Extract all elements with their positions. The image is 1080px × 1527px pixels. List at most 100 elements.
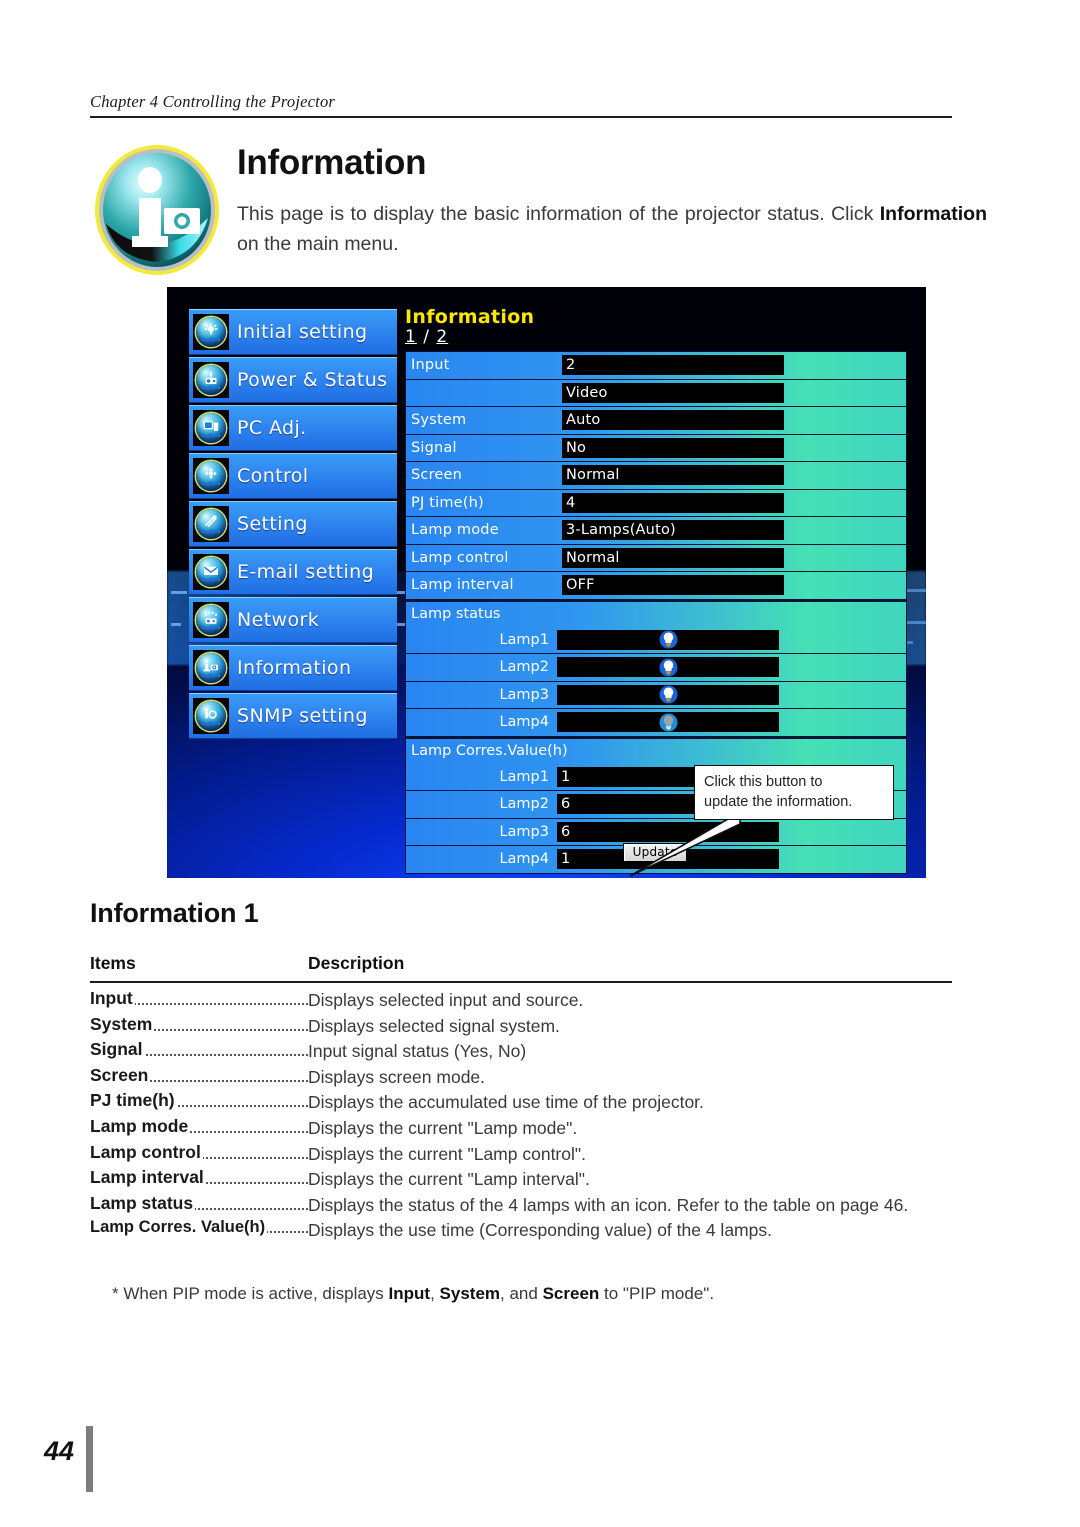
lamp-status-heading: Lamp status — [411, 606, 501, 622]
definition-row: Screen Displays screen mode. — [90, 1064, 960, 1091]
row-value: OFF — [562, 575, 784, 596]
panel-title: Information — [405, 306, 535, 328]
definition-row: Signal Input signal status (Yes, No) — [90, 1039, 960, 1065]
table-row: Video — [406, 380, 906, 407]
definition-term-text: Signal — [90, 1039, 145, 1060]
sidebar-item-information[interactable]: Information — [189, 645, 397, 691]
sidebar-item-email-setting[interactable]: E-mail setting — [189, 549, 397, 595]
header-divider — [90, 116, 952, 119]
note-bold-input: Input — [388, 1284, 431, 1303]
definition-term: Lamp Corres. Value(h) — [90, 1218, 308, 1237]
page-title: Information — [237, 143, 427, 182]
definition-term: PJ time(h) — [90, 1090, 308, 1111]
dpad-icon — [193, 457, 229, 494]
sidebar-item-setting[interactable]: Setting — [189, 501, 397, 547]
tools-icon — [193, 505, 229, 542]
row-value: Normal — [562, 465, 784, 486]
table-row: System Auto — [406, 407, 906, 435]
projector-alert-icon — [193, 361, 229, 398]
panel-page-total[interactable]: 2 — [436, 327, 448, 347]
row-value: Video — [562, 382, 784, 403]
lamp-status-value — [557, 684, 779, 705]
definition-term: Input — [90, 988, 308, 1009]
row-key: Lamp interval — [411, 577, 514, 594]
definition-term: Lamp control — [90, 1141, 308, 1163]
definition-description: Displays the use time (Corresponding val… — [308, 1220, 772, 1241]
definition-term-text: Lamp Corres. Value(h) — [90, 1218, 268, 1237]
table-row: Signal No — [406, 435, 906, 462]
network-icon — [193, 601, 229, 638]
info-icon — [193, 649, 229, 686]
definition-description: Displays selected signal system. — [308, 1015, 560, 1036]
lamp-corres-heading: Lamp Corres.Value(h) — [411, 743, 568, 759]
monitor-icon — [193, 409, 229, 446]
row-value: Auto — [562, 410, 784, 431]
sidebar: Initial setting Power & Status PC Adj. C… — [189, 309, 397, 741]
column-header-description: Description — [308, 953, 405, 973]
sidebar-item-label: Information — [237, 656, 352, 679]
row-key: PJ time(h) — [411, 494, 484, 511]
definition-description: Displays screen mode. — [308, 1066, 486, 1087]
definition-term-text: Lamp status — [90, 1192, 196, 1213]
lamp-status-value — [557, 712, 779, 733]
information-badge-icon — [92, 142, 222, 277]
projector-web-ui-screenshot: Initial setting Power & Status PC Adj. C… — [167, 287, 926, 878]
lamp-off-icon — [658, 713, 678, 732]
chapter-header: Chapter 4 Controlling the Projector — [90, 92, 336, 111]
lamp-corres-row: Lamp3 6 — [406, 819, 906, 846]
definition-description: Input signal status (Yes, No) — [308, 1041, 527, 1062]
definition-term: Lamp status — [90, 1192, 308, 1214]
lamp-status-row: Lamp3 — [406, 682, 906, 709]
lamp-status-value — [557, 629, 779, 650]
table-row: Input 2 — [406, 352, 906, 380]
definition-term: Lamp interval — [90, 1167, 308, 1188]
definition-description: Displays the current "Lamp mode". — [308, 1117, 578, 1138]
note-text-1: * When PIP mode is active, displays — [112, 1284, 389, 1303]
sidebar-item-initial-setting[interactable]: Initial setting — [189, 309, 397, 355]
definition-description: Displays the status of the 4 lamps with … — [308, 1194, 909, 1215]
pip-mode-note: * When PIP mode is active, displays Inpu… — [112, 1282, 952, 1306]
update-button[interactable]: Update — [622, 843, 688, 862]
definition-term-text: Screen — [90, 1064, 151, 1085]
gear-sun-icon — [193, 313, 229, 350]
sidebar-item-control[interactable]: Control — [189, 453, 397, 499]
sidebar-item-label: Initial setting — [237, 320, 368, 343]
sidebar-item-power-and-status[interactable]: Power & Status — [189, 357, 397, 403]
note-text-2: , — [430, 1284, 440, 1303]
panel-page-indicator: 1 / 2 — [405, 327, 905, 348]
table-row: PJ time(h) 4 — [406, 490, 906, 517]
row-key: Input — [411, 357, 450, 374]
page-number: 44 — [44, 1436, 75, 1466]
lamp-label: Lamp3 — [499, 823, 549, 840]
lamp-label: Lamp3 — [499, 686, 549, 703]
sidebar-item-pc-adj[interactable]: PC Adj. — [189, 405, 397, 451]
row-key: Lamp mode — [411, 522, 499, 539]
definition-term: Lamp mode — [90, 1115, 308, 1137]
sidebar-item-label: Network — [237, 608, 320, 631]
row-value: Normal — [562, 547, 784, 568]
sidebar-item-network[interactable]: Network — [189, 597, 397, 643]
definition-term-text: Input — [90, 988, 135, 1008]
sidebar-item-label: E-mail setting — [237, 560, 375, 583]
definition-term: Screen — [90, 1064, 308, 1086]
lamp-status-row: Lamp2 — [406, 654, 906, 682]
definition-row: Lamp Corres. Value(h) Displays the use t… — [90, 1218, 960, 1244]
note-bold-system: System — [439, 1284, 501, 1303]
definition-term-text: System — [90, 1013, 155, 1034]
lamp-on-icon — [658, 685, 678, 704]
row-value: 3-Lamps(Auto) — [562, 520, 784, 541]
row-value: No — [562, 437, 784, 458]
definition-description: Displays the accumulated use time of the… — [308, 1092, 704, 1113]
intro-bold-term: Information — [879, 203, 987, 225]
intro-paragraph: This page is to display the basic inform… — [237, 199, 987, 259]
definition-term-text: Lamp control — [90, 1141, 203, 1162]
envelope-icon — [193, 553, 229, 590]
row-value: 4 — [562, 492, 784, 513]
definition-row: Lamp mode Displays the current "Lamp mod… — [90, 1115, 960, 1142]
sidebar-item-snmp-setting[interactable]: SNMP setting — [189, 693, 397, 739]
panel-page-current[interactable]: 1 — [405, 327, 417, 347]
note-text-4: to "PIP mode". — [599, 1284, 715, 1303]
table-row: Lamp mode 3-Lamps(Auto) — [406, 517, 906, 545]
sidebar-item-label: Setting — [237, 512, 308, 535]
sidebar-item-label: SNMP setting — [237, 704, 368, 727]
